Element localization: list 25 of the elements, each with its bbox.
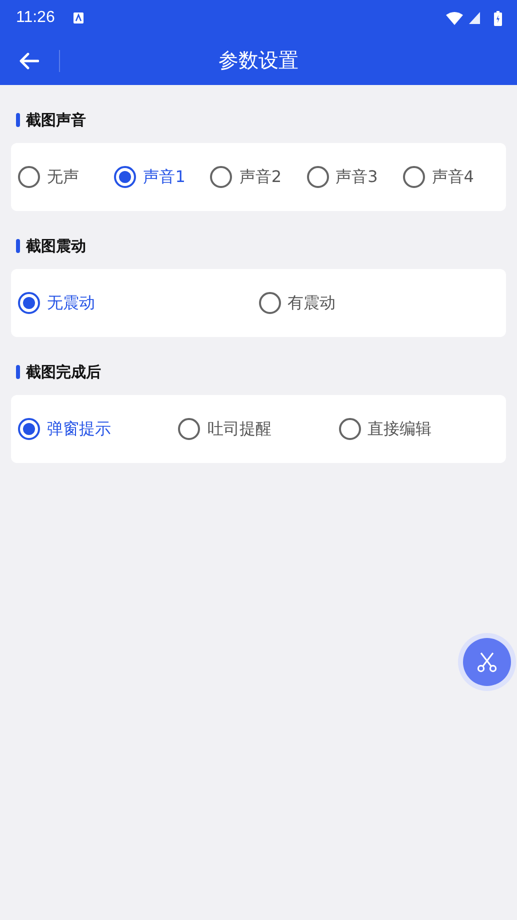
section-marker (16, 239, 20, 253)
section-marker (16, 365, 20, 379)
section-title: 截图声音 (26, 110, 86, 130)
radio-option[interactable]: 声音2 (210, 166, 282, 188)
radio-option[interactable]: 无声 (18, 166, 79, 188)
screenshot-fab[interactable] (463, 638, 511, 686)
radio-option[interactable]: 直接编辑 (338, 418, 432, 440)
radio-option[interactable]: 无震动 (18, 292, 95, 314)
radio-option[interactable]: 弹窗提示 (18, 418, 111, 440)
wifi-icon (446, 12, 463, 24)
signal-icon (469, 12, 480, 24)
section-marker (16, 113, 20, 127)
radio-option[interactable]: 吐司提醒 (178, 418, 272, 440)
scissors-icon (476, 651, 498, 673)
radio-option[interactable]: 声音1 (114, 166, 186, 188)
section-title: 截图完成后 (26, 362, 101, 382)
section-title: 截图震动 (26, 236, 86, 256)
radio-option[interactable]: 声音4 (402, 166, 474, 188)
notification-icon (72, 12, 84, 24)
radio-option[interactable]: 有震动 (258, 292, 336, 314)
status-time: 11:26 (16, 9, 55, 27)
radio-option[interactable]: 声音3 (306, 166, 378, 188)
page-title: 参数设置 (218, 47, 300, 74)
battery-icon (494, 10, 502, 26)
back-arrow-icon (19, 52, 39, 70)
